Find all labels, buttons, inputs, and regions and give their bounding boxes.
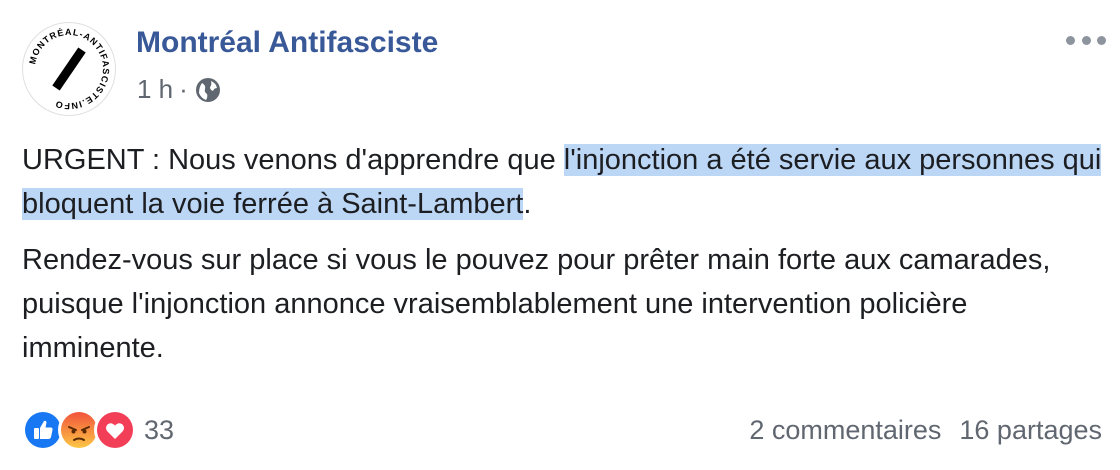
reactions-summary[interactable]: 33 <box>22 409 174 451</box>
post-stats: 2 commentaires 16 partages <box>749 415 1102 446</box>
globe-icon[interactable] <box>194 76 222 104</box>
page-name-link[interactable]: Montréal Antifasciste <box>136 26 438 60</box>
page-avatar[interactable]: MONTRÉAL-ANTIFASCISTE.INFO <box>22 22 116 116</box>
post-text-end: . <box>523 188 532 220</box>
post-paragraph: Rendez-vous sur place si vous le pouvez … <box>22 244 1051 364</box>
more-horizontal-icon <box>1081 35 1091 45</box>
shares-count-link[interactable]: 16 partages <box>959 415 1102 446</box>
meta-separator: · <box>179 74 188 104</box>
love-icon <box>94 409 136 451</box>
comments-count-link[interactable]: 2 commentaires <box>749 415 941 446</box>
more-horizontal-icon <box>1066 35 1075 45</box>
more-horizontal-icon <box>1097 35 1106 45</box>
post-footer: 33 2 commentaires 16 partages <box>22 404 1102 456</box>
post-body: URGENT : Nous venons d'apprendre que l'i… <box>22 138 1102 382</box>
reaction-count[interactable]: 33 <box>144 415 174 446</box>
post-paragraph: URGENT : Nous venons d'apprendre que l'i… <box>22 138 1102 226</box>
post-timestamp[interactable]: 1 h <box>137 74 173 105</box>
post-meta: 1 h · <box>137 74 222 105</box>
more-options-button[interactable] <box>1066 28 1106 52</box>
montreal-antifasciste-logo: MONTRÉAL-ANTIFASCISTE.INFO <box>24 24 114 114</box>
post-text-plain: URGENT : Nous venons d'apprendre que <box>22 144 564 176</box>
